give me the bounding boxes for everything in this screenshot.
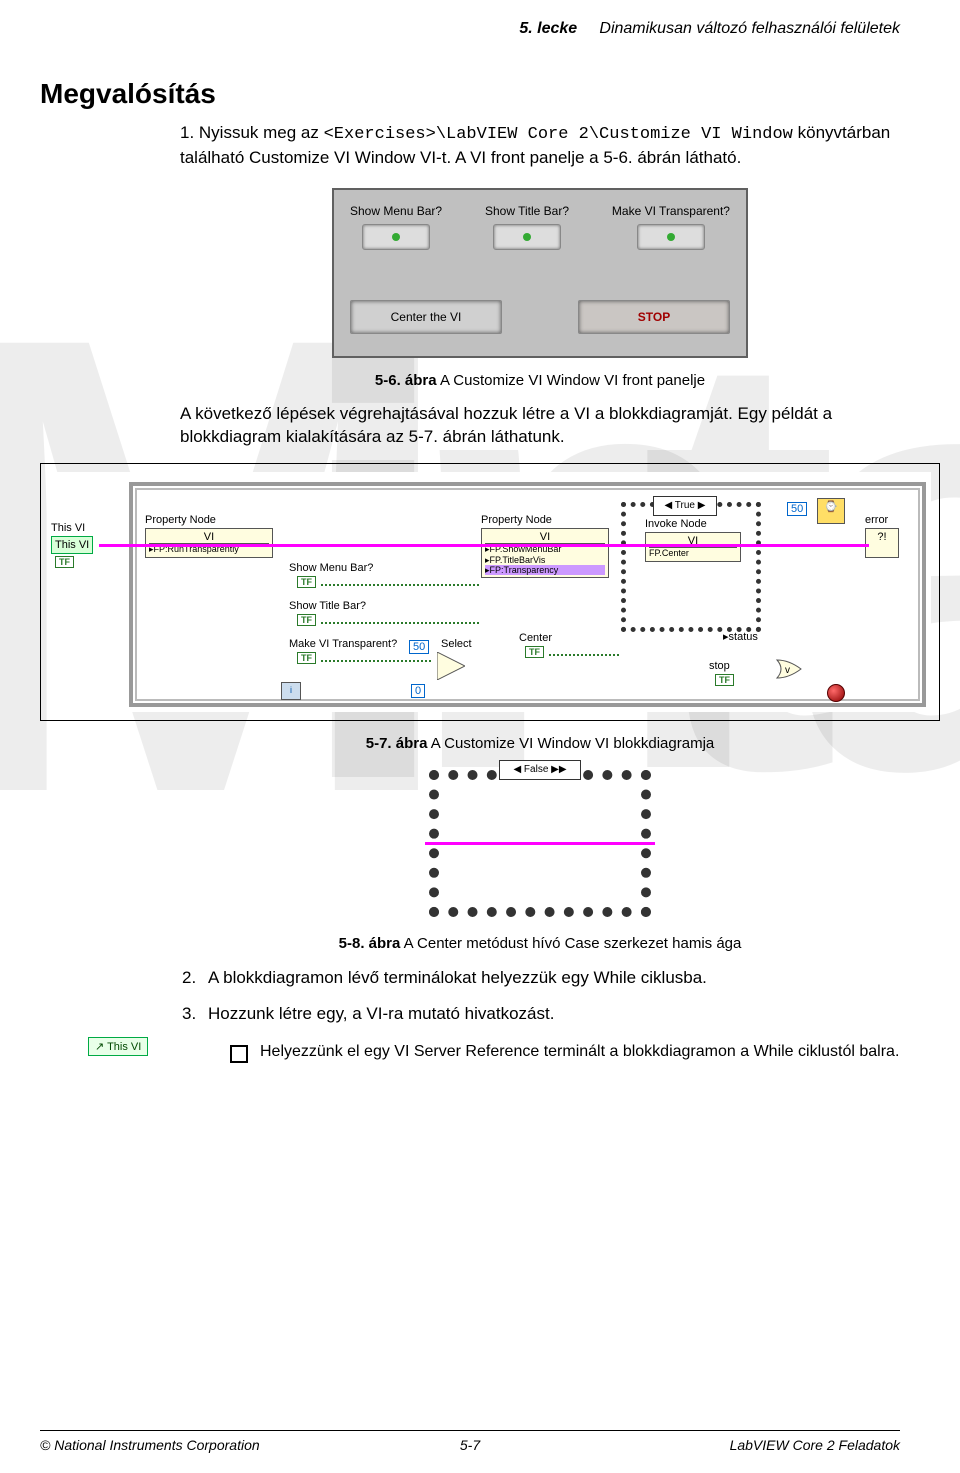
figure-5-6-panel: Show Menu Bar? Show Title Bar? Make VI T… xyxy=(332,188,748,358)
step-3: 3.Hozzunk létre egy, a VI-ra mutató hiva… xyxy=(182,1002,900,1026)
fp-show-title: Show Title Bar? xyxy=(485,204,569,250)
substep-1: Helyezzünk el egy VI Server Reference te… xyxy=(260,1043,899,1061)
page-header: 5. lecke Dinamikusan változó felhasználó… xyxy=(40,20,900,38)
fp-make-transparent: Make VI Transparent? xyxy=(612,204,730,250)
property-node-2: VI ▸FP.ShowMenuBar ▸FP.TitleBarVis ▸FP:T… xyxy=(481,528,609,579)
checkbox-icon xyxy=(230,1045,248,1063)
stop-button[interactable]: STOP xyxy=(578,300,730,334)
iteration-terminal: i xyxy=(281,682,301,700)
path-code: <Exercises>\LabVIEW Core 2\Customize VI … xyxy=(324,125,793,144)
caption-5-8: 5-8. ábra A Center metódust hívó Case sz… xyxy=(180,935,900,952)
const-50: 50 xyxy=(409,640,429,655)
property-node-1: VI ▸FP:RunTransparently xyxy=(145,528,273,558)
svg-text:v: v xyxy=(785,665,790,676)
lesson-number: 5. lecke xyxy=(519,20,577,37)
section-heading: Megvalósítás xyxy=(40,78,900,110)
footer-center: 5-7 xyxy=(40,1437,900,1453)
or-gate-icon: v xyxy=(775,658,805,680)
caption-5-7: 5-7. ábra A Customize VI Window VI blokk… xyxy=(180,735,900,752)
block-diagram-5-7: This VI This VI TF Property Node VI ▸FP:… xyxy=(49,472,931,712)
loop-stop-terminal xyxy=(827,684,845,702)
status-label: ▸status xyxy=(723,630,758,643)
error-indicator: ?! xyxy=(865,528,899,558)
tf-terminal: TF xyxy=(55,556,74,568)
caption-5-6: 5-6. ábra A Customize VI Window VI front… xyxy=(180,372,900,389)
page-footer: © National Instruments Corporation 5-7 L… xyxy=(40,1430,900,1453)
figure-5-8: ◀ False ▶▶ xyxy=(425,766,655,921)
wire-magenta-2 xyxy=(425,842,655,845)
para-after-5-6: A következő lépések végrehajtásával hozz… xyxy=(180,403,900,449)
const-50-wait: 50 xyxy=(787,502,807,517)
case-selector-true[interactable]: ◀ True ▶ xyxy=(653,496,717,516)
step-2: 2.A blokkdiagramon lévő terminálokat hel… xyxy=(182,966,900,990)
fp-show-menu: Show Menu Bar? xyxy=(350,204,442,250)
toggle-show-menu[interactable] xyxy=(362,224,430,250)
step-1: 1. Nyissuk meg az <Exercises>\LabVIEW Co… xyxy=(180,122,900,170)
figure-5-7-frame: This VI This VI TF Property Node VI ▸FP:… xyxy=(40,463,940,721)
this-vi-badge: ↗ This VI xyxy=(88,1037,148,1056)
case-selector-false[interactable]: ◀ False ▶▶ xyxy=(499,760,581,780)
toggle-make-transparent[interactable] xyxy=(637,224,705,250)
select-icon xyxy=(437,652,465,680)
center-vi-button[interactable]: Center the VI xyxy=(350,300,502,334)
lesson-title: Dinamikusan változó felhasználói felület… xyxy=(599,20,900,37)
toggle-show-title[interactable] xyxy=(493,224,561,250)
wire-magenta xyxy=(99,544,869,547)
this-vi-ref: This VI xyxy=(51,536,93,555)
const-0: 0 xyxy=(411,684,425,699)
wait-icon: ⌚ xyxy=(817,498,845,524)
